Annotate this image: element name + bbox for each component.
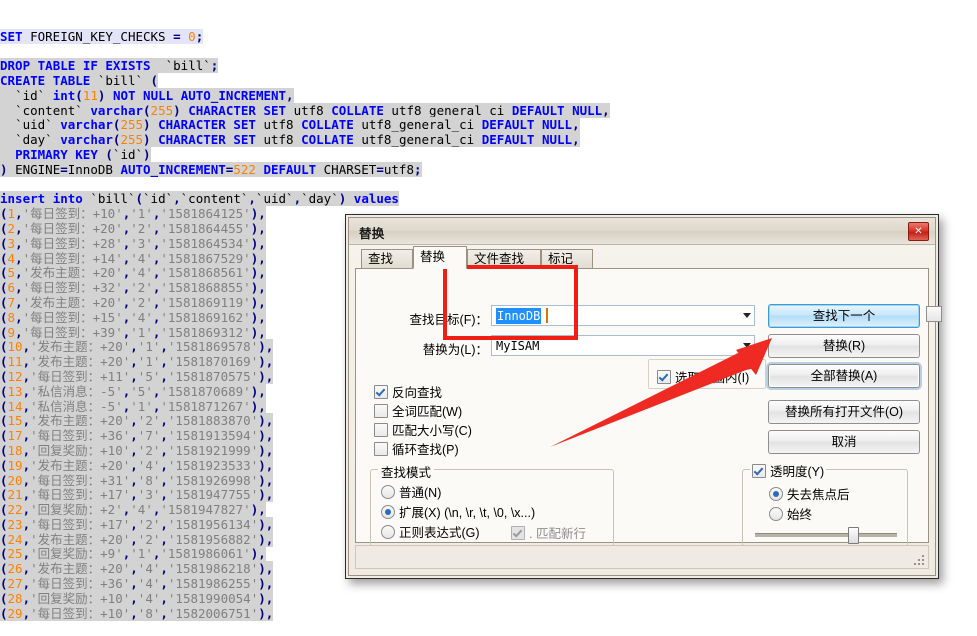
checkbox-box — [374, 404, 388, 418]
checkbox-box — [657, 370, 671, 384]
radio-circle — [769, 487, 783, 501]
find-next-button[interactable]: 查找下一个 — [768, 304, 920, 328]
option-label: 全词匹配(W) — [392, 405, 463, 419]
option-label: 匹配大小写(C) — [392, 424, 472, 438]
transparency-always[interactable]: 始终 — [769, 504, 812, 523]
search-mode-regex[interactable]: 正则表达式(G) — [381, 522, 480, 541]
slider-track — [755, 533, 897, 537]
chevron-down-icon[interactable] — [743, 343, 751, 348]
tab-strip: 查找 替换 文件查找 标记 — [355, 246, 929, 269]
replace-tab-panel: 查找目标(F)： InnoDB 替换为(L)： MyISAM 查找下一个 替换(… — [355, 268, 942, 547]
find-input-value: InnoDB — [496, 308, 542, 324]
checkbox-box — [374, 385, 388, 399]
pin-dialog-checkbox[interactable] — [926, 306, 942, 322]
option-label: 反向查找 — [392, 386, 443, 400]
radio-circle — [381, 505, 395, 519]
transparency-group: 透明度(Y) 失去焦点后 始终 — [742, 461, 908, 547]
tab-replace[interactable]: 替换 — [413, 246, 467, 269]
chevron-down-icon[interactable] — [743, 313, 751, 318]
tab-file-find[interactable]: 文件查找 — [467, 249, 541, 268]
option-match-case[interactable]: 匹配大小写(C) — [374, 420, 472, 439]
replace-input-value: MyISAM — [496, 339, 540, 353]
radio-circle — [381, 485, 395, 499]
dialog-title: 替换 — [359, 227, 385, 241]
dot-matches-newline-label: . 匹配新行 — [529, 527, 586, 541]
option-backward-search[interactable]: 反向查找 — [374, 382, 442, 401]
replace-with-label: 替换为(L)： — [422, 343, 488, 357]
transparency-option-label: 失去焦点后 — [787, 488, 850, 502]
replace-all-button[interactable]: 全部替换(A) — [768, 364, 920, 388]
text-caret — [546, 308, 548, 323]
replace-dialog[interactable]: 替换 ✕ 查找 替换 文件查找 标记 查找目标(F)： InnoDB 替换为(L… — [345, 214, 942, 579]
option-label: 循环查找(P) — [392, 443, 459, 457]
search-mode-legend: 查找模式 — [378, 462, 435, 481]
search-mode-group: 查找模式 普通(N) 扩展(X) (\n, \r, \t, \0, \x...)… — [370, 462, 614, 547]
search-mode-normal[interactable]: 普通(N) — [381, 482, 441, 501]
option-wrap-around[interactable]: 循环查找(P) — [374, 439, 459, 458]
checkbox-box — [752, 464, 766, 478]
transparency-option-label: 始终 — [787, 508, 813, 522]
in-selection-panel: 选取范围内(I) — [648, 359, 766, 389]
tab-find[interactable]: 查找 — [361, 249, 413, 268]
replace-input[interactable]: MyISAM — [491, 335, 755, 356]
close-icon[interactable]: ✕ — [908, 222, 929, 241]
transparency-label: 透明度(Y) — [770, 465, 825, 479]
in-selection-label: 选取范围内(I) — [675, 371, 750, 385]
resize-grip[interactable] — [913, 554, 925, 566]
radio-circle — [769, 507, 783, 521]
radio-circle — [381, 525, 395, 539]
search-mode-extended[interactable]: 扩展(X) (\n, \r, \t, \0, \x...) — [381, 502, 535, 521]
find-target-label: 查找目标(F)： — [409, 313, 488, 327]
checkbox-box — [511, 526, 525, 540]
checkbox-box — [374, 442, 388, 456]
in-selection-checkbox[interactable]: 选取范围内(I) — [657, 367, 749, 386]
tab-mark[interactable]: 标记 — [541, 249, 593, 268]
dialog-statusbar — [355, 545, 929, 569]
find-input[interactable]: InnoDB — [491, 305, 755, 326]
cancel-button[interactable]: 取消 — [768, 430, 920, 454]
transparency-checkbox[interactable]: 透明度(Y) — [750, 461, 827, 480]
dot-matches-newline-checkbox: . 匹配新行 — [511, 523, 586, 542]
option-whole-word[interactable]: 全词匹配(W) — [374, 401, 462, 420]
replace-button[interactable]: 替换(R) — [768, 334, 920, 358]
replace-all-open-files-button[interactable]: 替换所有打开文件(O) — [768, 400, 920, 424]
search-mode-label: 扩展(X) (\n, \r, \t, \0, \x...) — [399, 506, 536, 520]
dialog-titlebar[interactable]: 替换 ✕ — [349, 218, 935, 245]
dialog-inner-frame: 替换 ✕ 查找 替换 文件查找 标记 查找目标(F)： InnoDB 替换为(L… — [348, 217, 942, 576]
transparency-slider[interactable] — [755, 526, 897, 544]
dialog-body: 查找 替换 文件查找 标记 查找目标(F)： InnoDB 替换为(L)： My… — [355, 246, 942, 569]
search-mode-label: 普通(N) — [399, 486, 442, 500]
transparency-on-losing-focus[interactable]: 失去焦点后 — [769, 484, 850, 503]
slider-thumb[interactable] — [848, 527, 860, 544]
checkbox-box — [374, 423, 388, 437]
search-mode-label: 正则表达式(G) — [399, 526, 480, 540]
